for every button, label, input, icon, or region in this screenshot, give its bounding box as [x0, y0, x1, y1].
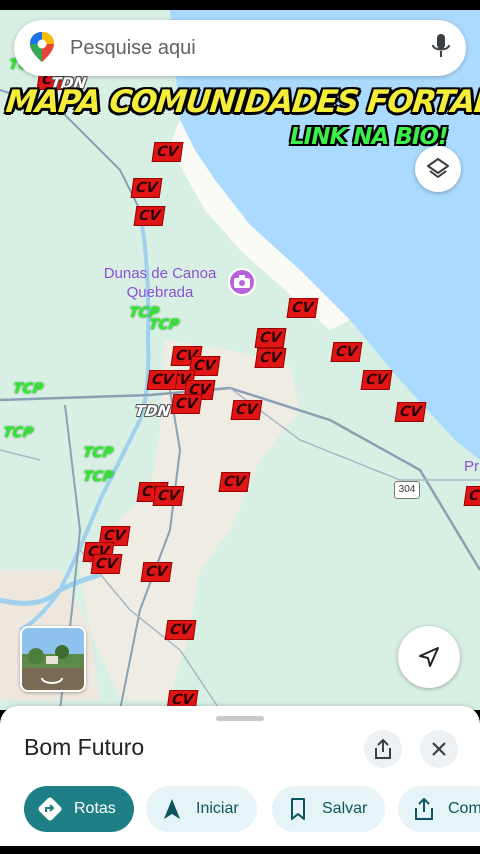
- tcp-tag: TCP: [81, 445, 115, 461]
- save-button[interactable]: Salvar: [272, 786, 386, 832]
- layers-button[interactable]: [415, 146, 461, 192]
- cv-tag: CV: [463, 486, 480, 506]
- cv-tag: CV: [90, 554, 123, 574]
- navigation-arrow-icon: [419, 647, 439, 667]
- close-button[interactable]: [420, 730, 458, 768]
- cv-tag: CV: [286, 298, 319, 318]
- close-icon: [432, 742, 446, 756]
- start-label: Iniciar: [196, 800, 239, 817]
- cv-tag: CV: [146, 370, 179, 390]
- start-button[interactable]: Iniciar: [146, 786, 257, 832]
- save-label: Salvar: [322, 800, 368, 817]
- place-label-partial[interactable]: Pr: [464, 458, 479, 475]
- share-chip[interactable]: Com: [398, 786, 480, 832]
- bookmark-icon: [286, 797, 310, 821]
- cv-tag: CV: [330, 342, 363, 362]
- poi-label[interactable]: Dunas de Canoa Quebrada: [100, 264, 220, 302]
- cv-tag: CV: [140, 562, 173, 582]
- place-sheet[interactable]: Bom Futuro Rotas Iniciar Salvar Com: [0, 706, 480, 846]
- tcp-tag: TCP: [81, 469, 115, 485]
- layers-icon: [427, 158, 449, 178]
- navigation-icon: [160, 797, 184, 821]
- search-input[interactable]: Pesquise aqui: [70, 37, 196, 60]
- overlay-headline: MAPA COMUNIDADES FORTALEZA(CE): [4, 84, 480, 120]
- share-button[interactable]: [364, 730, 402, 768]
- overlay-subline: LINK NA BIO!: [290, 124, 448, 150]
- cv-tag: CV: [133, 206, 166, 226]
- cv-tag: CV: [254, 348, 287, 368]
- share-icon: [375, 739, 391, 759]
- cv-tag: CV: [360, 370, 393, 390]
- navigate-button[interactable]: [398, 626, 460, 688]
- cv-tag: CV: [170, 394, 203, 414]
- system-nav-bar: [0, 846, 480, 854]
- tcp-tag: TCP: [11, 381, 45, 397]
- cv-tag: CV: [254, 328, 287, 348]
- share-label: Com: [448, 800, 480, 817]
- camera-icon[interactable]: [228, 268, 256, 296]
- cv-tag: CV: [151, 142, 184, 162]
- cv-tag: CV: [130, 178, 163, 198]
- street-view-thumbnail[interactable]: [20, 626, 86, 692]
- search-bar[interactable]: Pesquise aqui: [14, 20, 466, 76]
- place-title: Bom Futuro: [24, 734, 145, 760]
- cv-tag: CV: [394, 402, 427, 422]
- tdn-tag: TDN: [133, 402, 172, 420]
- road-number-badge: 304: [394, 481, 420, 499]
- directions-button[interactable]: Rotas: [24, 786, 134, 832]
- cv-tag: CV: [218, 472, 251, 492]
- share-icon: [412, 797, 436, 821]
- cv-tag: CV: [230, 400, 263, 420]
- sheet-drag-handle[interactable]: [216, 716, 264, 721]
- directions-label: Rotas: [74, 800, 116, 817]
- maps-pin-icon: [30, 32, 54, 67]
- cv-tag: CV: [152, 486, 185, 506]
- tcp-tag: TCP: [1, 425, 35, 441]
- directions-icon: [38, 797, 62, 821]
- tcp-tag: TCP: [147, 317, 181, 333]
- mic-icon[interactable]: [432, 34, 450, 65]
- cv-tag: CV: [164, 620, 197, 640]
